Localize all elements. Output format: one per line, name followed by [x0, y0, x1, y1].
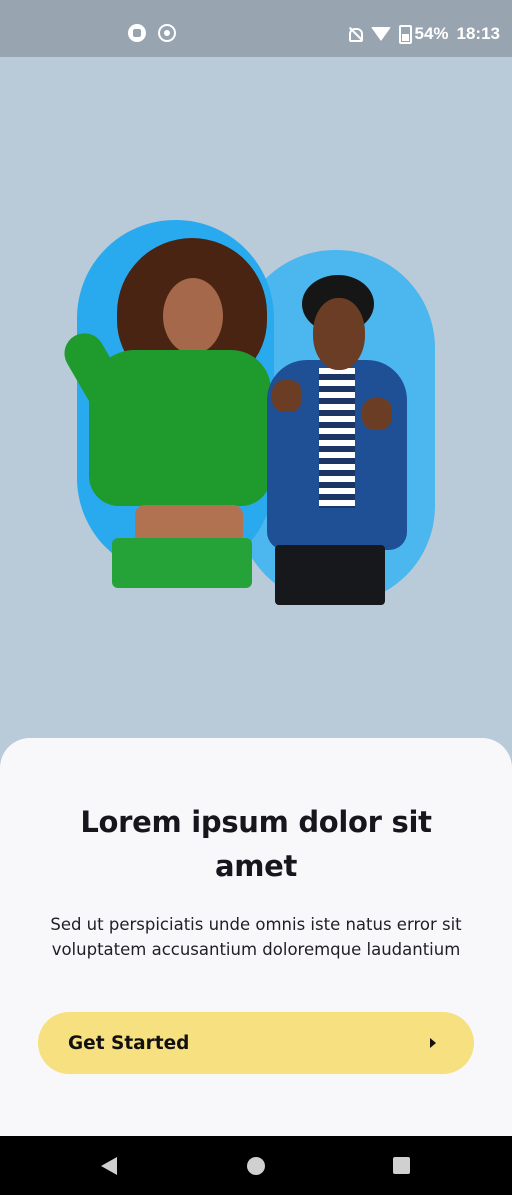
battery-group: 54%	[399, 24, 449, 44]
man-pants	[275, 545, 385, 605]
woman-pants	[112, 538, 252, 588]
battery-icon	[399, 24, 413, 44]
man-striped-shirt	[319, 368, 355, 508]
woman-face	[163, 278, 223, 354]
man-face	[313, 298, 365, 370]
home-icon[interactable]	[247, 1157, 265, 1175]
get-started-label: Get Started	[68, 1032, 190, 1054]
onboarding-title: Lorem ipsum dolor sit amet	[80, 805, 432, 883]
man-left-fist	[272, 380, 302, 412]
screen-record-icon	[158, 24, 176, 42]
onboarding-sheet: Lorem ipsum dolor sit amet Sed ut perspi…	[0, 738, 512, 1136]
back-icon[interactable]	[101, 1157, 117, 1175]
wifi-icon	[371, 27, 392, 41]
man-right-fist	[362, 398, 392, 430]
status-bar: 54% 18:13	[0, 0, 512, 57]
recents-icon[interactable]	[393, 1157, 410, 1174]
clock: 18:13	[456, 24, 500, 43]
get-started-button[interactable]: Get Started	[38, 1012, 474, 1074]
system-nav-bar	[0, 1136, 512, 1195]
status-right: 54% 18:13	[347, 24, 500, 44]
woman-shirt	[89, 350, 271, 506]
hero-illustration	[57, 220, 435, 605]
status-left-icons	[128, 24, 176, 42]
battery-level: 54%	[414, 24, 449, 43]
chevron-right-icon	[430, 1038, 436, 1048]
app-notification-icon	[128, 24, 146, 42]
notifications-off-icon	[347, 26, 364, 42]
onboarding-description: Sed ut perspiciatis unde omnis iste natu…	[50, 915, 462, 959]
